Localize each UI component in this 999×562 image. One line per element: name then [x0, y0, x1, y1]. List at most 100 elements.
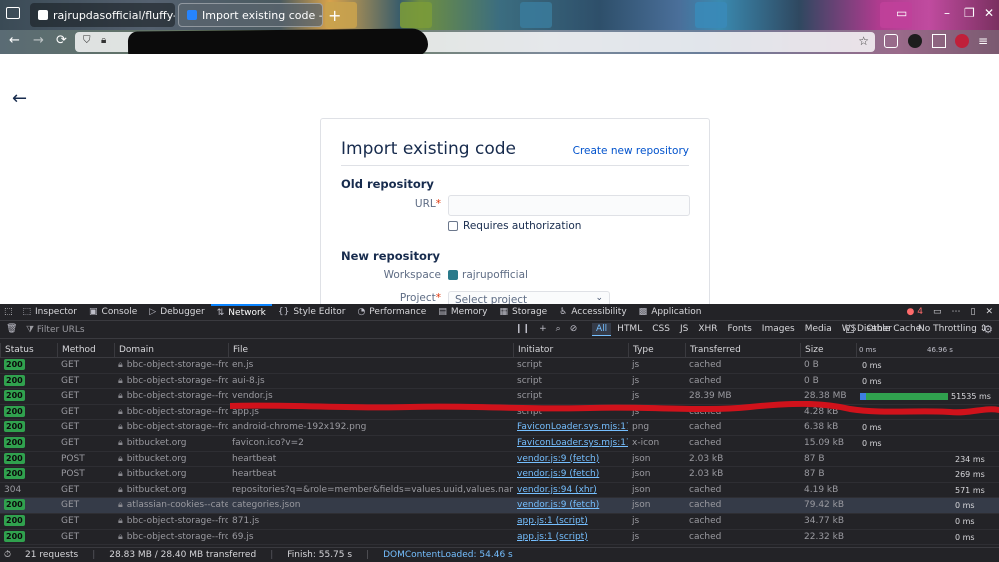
error-count-badge[interactable]: ● 4 [907, 307, 923, 317]
browser-tab-github[interactable]: rajrupdasofficial/fluffy-car [30, 3, 175, 27]
devtools-tab-inspector[interactable]: ⬚ Inspector [17, 304, 84, 321]
devtools-tab-console[interactable]: ▣ Console [83, 304, 143, 321]
devtools-tab-label: Accessibility [571, 307, 627, 317]
devtools-tab-performance[interactable]: ◔ Performance [351, 304, 432, 321]
background-decoration [400, 2, 432, 28]
table-row[interactable]: 200 GET 🔒︎bbc-object-storage--frontb... 871… [0, 514, 999, 530]
domain-text: bbc-object-storage--frontb... [126, 516, 228, 526]
devtools-tab-network[interactable]: ⇅ Network [210, 303, 272, 321]
initiator-cell[interactable]: FaviconLoader.sys.mjs:175 (img) [513, 436, 628, 451]
workspace-value: rajrupofficial [448, 269, 528, 281]
devtools-tab-storage[interactable]: ▦ Storage [493, 304, 553, 321]
table-row[interactable]: 304 GET 🔒︎ bitbucket.org repositories?q=&rol… [0, 483, 999, 499]
devtools-close-icon[interactable]: ✕ [985, 307, 993, 317]
requires-authorization-row[interactable]: Requires authorization [448, 220, 581, 232]
gear-icon[interactable]: ⚙ [983, 323, 993, 336]
tab-list-icon[interactable] [6, 7, 20, 19]
throttling-select[interactable]: No Throttling ⇕ [918, 324, 987, 334]
account-avatar-icon[interactable] [955, 34, 969, 48]
filter-media[interactable]: Media [801, 323, 836, 336]
pause-icon[interactable]: ❙❙ [515, 324, 530, 334]
table-row[interactable]: 200 GET 🔒︎bbc-object-storage--frontb... and… [0, 420, 999, 436]
devtools-tab-style-editor[interactable]: {} Style Editor [272, 304, 352, 321]
column-header-domain[interactable]: Domain [114, 343, 228, 358]
table-row[interactable]: 200 GET 🔒︎bbc-object-storage--frontb... 69.… [0, 530, 999, 546]
table-row[interactable]: 200 GET 🔒︎bbc-object-storage--frontb... en.… [0, 358, 999, 374]
restore-button[interactable]: ❐ [964, 6, 975, 20]
filter-js[interactable]: JS [676, 323, 692, 336]
lock-icon[interactable]: 🔒︎ [101, 35, 106, 46]
filter-html[interactable]: HTML [613, 323, 646, 336]
filter-xhr[interactable]: XHR [694, 323, 721, 336]
column-header-transferred[interactable]: Transferred [685, 343, 800, 358]
column-header-type[interactable]: Type [628, 343, 685, 358]
clear-trash-icon[interactable]: 🗑︎ [6, 324, 17, 334]
menu-icon[interactable]: ≡ [978, 34, 992, 48]
initiator-cell[interactable]: vendor.js:94 (xhr) [513, 483, 628, 498]
bookmark-star-icon[interactable]: ☆ [858, 34, 869, 48]
extensions-puzzle-icon[interactable] [932, 34, 946, 48]
project-select[interactable]: Select project ⌄ [448, 291, 610, 304]
minimize-button[interactable]: – [944, 6, 950, 20]
table-row[interactable]: 200 GET 🔒︎ bitbucket.org favicon.ico?v=2 Favi… [0, 436, 999, 452]
extension-icon[interactable] [908, 34, 922, 48]
split-console-icon[interactable]: ▭ [933, 307, 942, 317]
filter-urls-input[interactable]: ⧩ Filter URLs [26, 325, 85, 335]
column-header-size[interactable]: Size [800, 343, 856, 358]
table-row[interactable]: 200 GET 🔒︎bbc-object-storage--frontb... aui… [0, 374, 999, 390]
column-header-file[interactable]: File [228, 343, 513, 358]
waterfall-timing: 0 ms [862, 361, 882, 370]
initiator-cell[interactable]: app.js:1 (script) [513, 530, 628, 545]
table-row[interactable]: 200 POST 🔒︎ bitbucket.org heartbeat vendor.js… [0, 452, 999, 468]
search-icon[interactable]: ⌕ [556, 324, 561, 334]
column-header-status[interactable]: Status [0, 343, 57, 358]
disable-cache-toggle[interactable]: Disable Cache [846, 324, 921, 334]
requires-authorization-checkbox[interactable] [448, 221, 458, 231]
dock-icon[interactable]: ▯ [971, 307, 976, 317]
url-input[interactable] [448, 195, 690, 216]
initiator-cell[interactable]: vendor.js:9 (fetch) [513, 467, 628, 482]
back-button[interactable]: ← [9, 33, 20, 48]
browser-tab-bitbucket[interactable]: Import existing code — Bi × [178, 3, 323, 27]
table-row[interactable]: 200 GET 🔒︎atlassian-cookies--categori... ca… [0, 498, 999, 514]
devtools-tab-application[interactable]: ▩ Application [633, 304, 708, 321]
column-header-method[interactable]: Method [57, 343, 114, 358]
block-icon[interactable]: ⊘ [570, 324, 578, 334]
devtools-tab-memory[interactable]: ▤ Memory [432, 304, 493, 321]
disable-cache-checkbox[interactable] [846, 325, 854, 333]
create-new-repository-link[interactable]: Create new repository [573, 145, 689, 157]
add-icon[interactable]: + [539, 324, 547, 334]
forward-button[interactable]: → [33, 33, 44, 48]
shield-icon[interactable]: ⛉ [83, 35, 91, 46]
size-cell: 79.42 kB [804, 500, 845, 511]
file-cell: heartbeat [232, 469, 277, 480]
back-arrow-icon[interactable]: ← [12, 88, 27, 109]
filter-fonts[interactable]: Fonts [724, 323, 756, 336]
folder-icon[interactable]: ▭ [896, 6, 907, 20]
devtools-tab-accessibility[interactable]: ♿ Accessibility [553, 304, 632, 321]
reload-button[interactable]: ⟳ [56, 33, 67, 48]
filter-images[interactable]: Images [758, 323, 799, 336]
initiator-cell[interactable]: app.js:1 (script) [513, 514, 628, 529]
lock-icon: 🔒︎ [118, 438, 123, 448]
column-header-waterfall[interactable]: 0 ms 46.96 s [856, 343, 999, 358]
initiator-cell[interactable]: vendor.js:9 (fetch) [513, 498, 628, 513]
window-close-button[interactable]: ✕ [984, 6, 994, 20]
table-row[interactable]: 200 POST 🔒︎ bitbucket.org heartbeat vendor.js… [0, 467, 999, 483]
file-cell: heartbeat [232, 453, 277, 464]
initiator-cell[interactable]: vendor.js:9 (fetch) [513, 452, 628, 467]
style-editor-icon: {} [277, 307, 290, 317]
more-options-icon[interactable]: ⋯ [952, 307, 961, 317]
column-header-initiator[interactable]: Initiator [513, 343, 628, 358]
new-tab-button[interactable]: + [328, 6, 341, 25]
performance-icon: ◔ [357, 307, 366, 317]
filter-all[interactable]: All [592, 323, 612, 336]
element-picker-icon[interactable]: ⬚ [0, 304, 17, 321]
pocket-icon[interactable] [884, 34, 898, 48]
devtools-tabs: ⬚ Inspector ▣ Console ▷ Debugger ⇅ Network{} Sty… [17, 303, 708, 321]
initiator-cell[interactable]: FaviconLoader.sys.mjs:175 (img) [513, 420, 628, 435]
devtools-tab-debugger[interactable]: ▷ Debugger [143, 304, 210, 321]
filter-css[interactable]: CSS [648, 323, 674, 336]
domain-cell: 🔒︎ bitbucket.org [114, 452, 228, 467]
lock-icon: 🔒︎ [118, 422, 123, 433]
